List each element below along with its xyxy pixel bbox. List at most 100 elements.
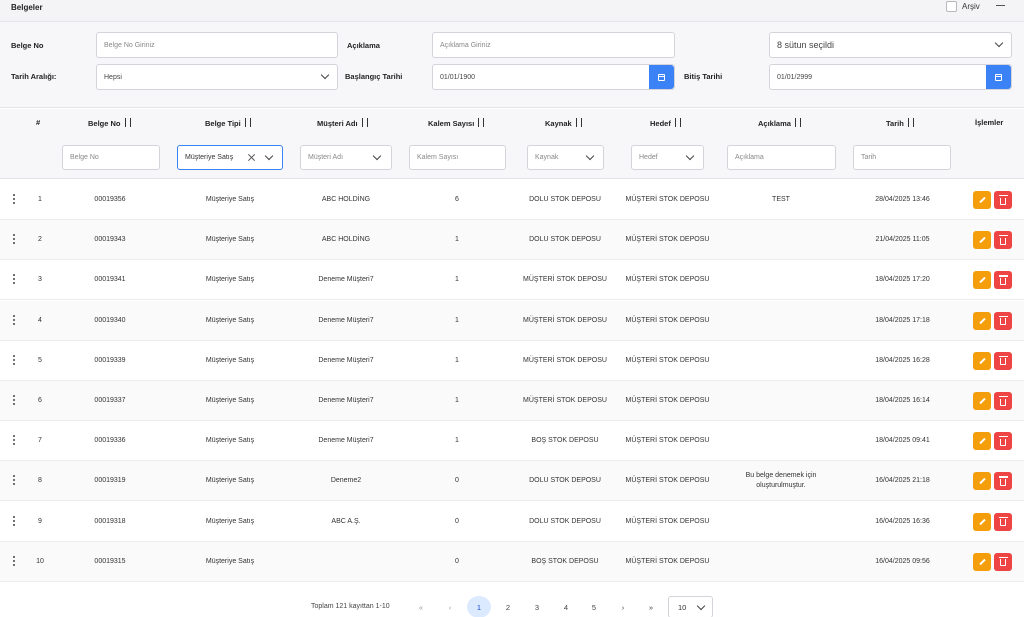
delete-button[interactable] bbox=[994, 552, 1012, 571]
filter-aciklama[interactable]: Açıklama bbox=[727, 145, 836, 170]
page-size-select[interactable]: 10 bbox=[668, 596, 713, 617]
bitis-label: Bitiş Tarihi bbox=[684, 72, 723, 81]
delete-button[interactable] bbox=[994, 512, 1012, 531]
delete-button[interactable] bbox=[994, 392, 1012, 410]
row-index: 5 bbox=[38, 356, 42, 364]
row-kaynak: BOŞ STOK DEPOSU bbox=[531, 557, 599, 565]
more-vertical-icon[interactable] bbox=[13, 274, 16, 286]
header-kaynak[interactable]: Kaynak bbox=[545, 118, 584, 128]
more-vertical-icon[interactable] bbox=[13, 314, 16, 327]
header-hedef[interactable]: Hedef bbox=[650, 118, 683, 128]
table-row[interactable]: 8 00019319 Müşteriye Satış Deneme2 0 DOLU STO… bbox=[0, 461, 1024, 502]
bitis-calendar-button[interactable] bbox=[986, 65, 1011, 89]
header-musteri-adi[interactable]: Müşteri Adı bbox=[317, 118, 370, 128]
page-button-2[interactable]: 2 bbox=[496, 596, 520, 617]
last-page-button[interactable]: » bbox=[639, 596, 663, 617]
header-belge-no[interactable]: Belge No bbox=[88, 118, 133, 128]
first-page-button[interactable]: « bbox=[409, 596, 433, 617]
chevron-down-icon bbox=[372, 151, 382, 161]
sort-icon[interactable] bbox=[794, 118, 803, 127]
tarih-araligi-label: Tarih Aralığı: bbox=[11, 72, 57, 81]
filter-kalem-sayisi[interactable]: Kalem Sayısı bbox=[409, 145, 506, 170]
more-vertical-icon[interactable] bbox=[13, 515, 16, 528]
more-vertical-icon[interactable] bbox=[13, 354, 16, 367]
sort-icon[interactable] bbox=[477, 118, 486, 127]
row-index: 6 bbox=[38, 397, 42, 404]
bitis-date-input[interactable]: 01/01/2999 bbox=[769, 64, 1012, 90]
edit-button[interactable] bbox=[973, 512, 991, 531]
sort-icon[interactable] bbox=[244, 118, 253, 127]
header-tarih[interactable]: Tarih bbox=[886, 118, 916, 128]
header-label: Müşteri Adı bbox=[317, 119, 358, 128]
pencil-icon bbox=[978, 317, 986, 324]
baslangic-date-input[interactable]: 01/01/1900 bbox=[432, 64, 675, 90]
column-select[interactable]: 8 sütun seçildi bbox=[769, 32, 1012, 58]
chevron-down-icon bbox=[685, 151, 695, 161]
table-row[interactable]: 1 00019356 Müşteriye Satış ABC HOLDİNG 6 DOLU… bbox=[0, 180, 1024, 220]
sort-icon[interactable] bbox=[124, 118, 133, 127]
sort-icon[interactable] bbox=[575, 118, 584, 127]
page-button-1[interactable]: 1 bbox=[467, 596, 491, 617]
filter-belge-tipi[interactable]: Müşteriye Satış bbox=[177, 145, 283, 170]
delete-button[interactable] bbox=[994, 351, 1012, 370]
archive-checkbox[interactable] bbox=[946, 1, 957, 12]
table-row[interactable]: 2 00019343 Müşteriye Satış ABC HOLDİNG 1 DOLU… bbox=[0, 220, 1024, 261]
archive-toggle[interactable]: Arşiv bbox=[946, 1, 980, 12]
row-musteri-adi: Deneme Müşteri7 bbox=[318, 316, 374, 324]
table-row[interactable]: 4 00019340 Müşteriye Satış Deneme Müşteri7 1… bbox=[0, 300, 1024, 341]
edit-button[interactable] bbox=[973, 311, 991, 330]
more-vertical-icon[interactable] bbox=[13, 475, 16, 487]
table-row[interactable]: 10 00019315 Müşteriye Satış 0 BOŞ STOK DEPOS… bbox=[0, 541, 1024, 582]
more-vertical-icon[interactable] bbox=[13, 194, 16, 206]
more-vertical-icon[interactable] bbox=[13, 555, 16, 568]
edit-button[interactable] bbox=[973, 271, 991, 290]
more-vertical-icon[interactable] bbox=[13, 234, 16, 246]
sort-icon[interactable] bbox=[361, 118, 370, 127]
delete-button[interactable] bbox=[994, 432, 1012, 451]
minimize-icon[interactable] bbox=[996, 5, 1005, 6]
aciklama-input[interactable]: Açıklama Giriniz bbox=[432, 32, 675, 58]
page-button-3[interactable]: 3 bbox=[525, 596, 549, 617]
delete-button[interactable] bbox=[994, 191, 1012, 209]
edit-button[interactable] bbox=[973, 392, 991, 410]
more-vertical-icon[interactable] bbox=[13, 395, 16, 407]
row-belge-tipi: Müşteriye Satış bbox=[205, 276, 255, 284]
delete-button[interactable] bbox=[994, 271, 1012, 290]
header-aciklama[interactable]: Açıklama bbox=[758, 118, 803, 128]
table-row[interactable]: 6 00019337 Müşteriye Satış Deneme Müşteri7 1… bbox=[0, 381, 1024, 421]
edit-button[interactable] bbox=[973, 552, 991, 571]
sort-icon[interactable] bbox=[674, 118, 683, 127]
filter-hedef[interactable]: Hedef bbox=[631, 145, 704, 170]
edit-button[interactable] bbox=[973, 351, 991, 370]
header-belge-tipi[interactable]: Belge Tipi bbox=[205, 118, 253, 128]
edit-button[interactable] bbox=[973, 472, 991, 491]
filter-musteri-adi[interactable]: Müşteri Adı bbox=[300, 145, 392, 170]
trash-icon bbox=[998, 235, 1008, 245]
filter-kaynak[interactable]: Kaynak bbox=[527, 145, 604, 170]
tarih-araligi-select[interactable]: Hepsi bbox=[96, 64, 338, 90]
table-row[interactable]: 9 00019318 Müşteriye Satış ABC A.Ş. 0 DOLU ST… bbox=[0, 501, 1024, 542]
baslangic-calendar-button[interactable] bbox=[649, 65, 674, 89]
sort-icon[interactable] bbox=[907, 118, 916, 127]
table-row[interactable]: 5 00019339 Müşteriye Satış Deneme Müşteri7 1… bbox=[0, 340, 1024, 381]
delete-button[interactable] bbox=[994, 472, 1012, 491]
trash-icon bbox=[998, 476, 1008, 486]
edit-button[interactable] bbox=[973, 191, 991, 209]
delete-button[interactable] bbox=[994, 231, 1012, 250]
filter-tarih[interactable]: Tarih bbox=[853, 145, 951, 170]
filter-belge-no[interactable]: Belge No bbox=[62, 145, 160, 170]
header-kalem-sayisi[interactable]: Kalem Sayısı bbox=[428, 118, 486, 128]
delete-button[interactable] bbox=[994, 311, 1012, 330]
next-page-button[interactable]: › bbox=[611, 596, 635, 617]
more-vertical-icon[interactable] bbox=[13, 435, 16, 447]
page-button-4[interactable]: 4 bbox=[554, 596, 578, 617]
row-belge-no: 00019339 bbox=[94, 356, 126, 364]
prev-page-button[interactable]: ‹ bbox=[438, 596, 462, 617]
belge-no-input[interactable]: Belge No Giriniz bbox=[96, 32, 338, 58]
clear-icon[interactable] bbox=[247, 153, 256, 162]
edit-button[interactable] bbox=[973, 231, 991, 250]
page-button-5[interactable]: 5 bbox=[582, 596, 606, 617]
table-row[interactable]: 3 00019341 Müşteriye Satış Deneme Müşteri7 1… bbox=[0, 260, 1024, 301]
edit-button[interactable] bbox=[973, 432, 991, 451]
table-row[interactable]: 7 00019336 Müşteriye Satış Deneme Müşteri7 1… bbox=[0, 421, 1024, 462]
